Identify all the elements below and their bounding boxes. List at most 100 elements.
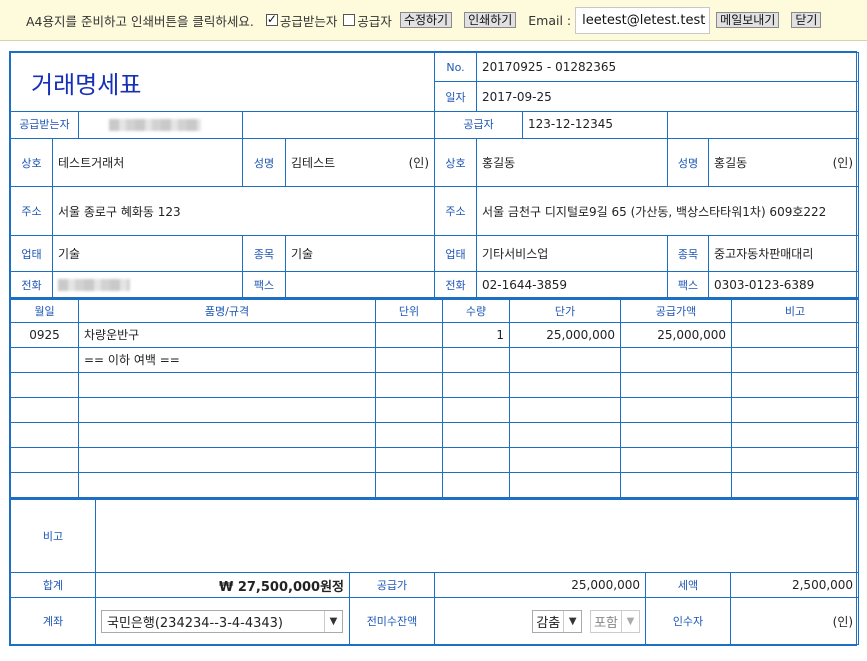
supplier-fax-label: 팩스 — [667, 271, 710, 298]
print-instruction: A4용지를 준비하고 인쇄버튼을 클릭하세요. — [26, 13, 254, 29]
item-unit — [375, 446, 443, 473]
table-row: == 이하 여백 == — [10, 346, 859, 373]
column-header: 월일 — [10, 298, 79, 323]
receiver-ceo-label: 성명 — [242, 138, 286, 187]
receiver-ceo: 김테스트 — [291, 156, 336, 170]
send-mail-button[interactable]: 메일보내기 — [716, 12, 780, 28]
table-row — [10, 421, 859, 448]
account-select[interactable]: 국민은행(234234--3-4-4343) ▼ — [101, 609, 343, 633]
item-note — [731, 346, 859, 373]
item-qty — [442, 346, 510, 373]
items-header-row: 월일 품명/규격 단위 수량 단가 공급가액 비고 — [10, 298, 859, 323]
item-note — [731, 396, 859, 423]
unpaid-display-select[interactable]: 감춤 ▼ — [532, 609, 583, 633]
supplier-business-item: 중고자동차판매대리 — [708, 235, 860, 272]
receiver-phone-redacted — [58, 279, 130, 291]
recipient-seal: (인) — [729, 597, 860, 645]
transaction-statement-form: 거래명세표 No. 20170925 - 01282365 일자 2017-09… — [9, 51, 860, 646]
email-label: Email : — [528, 12, 572, 28]
item-amount — [620, 446, 732, 473]
date-value: 2017-09-25 — [476, 81, 860, 112]
unpaid-include-select: 포함 ▼ — [590, 609, 640, 633]
supplier-ceo-cell: 홍길동 (인) — [708, 138, 860, 187]
item-date — [10, 446, 79, 473]
receiver-copy-checkbox[interactable]: 공급받는자 — [265, 11, 338, 30]
unpaid-balance-cell: 감춤 ▼ 포함 ▼ — [434, 597, 646, 645]
item-date: 0925 — [10, 321, 79, 348]
no-value: 20170925 - 01282365 — [476, 52, 860, 82]
item-amount: 25,000,000 — [620, 321, 732, 348]
tax-value: 2,500,000 — [729, 572, 860, 598]
item-date — [10, 371, 79, 398]
supplier-heading-label: 공급자 — [436, 112, 524, 138]
remarks-label: 비고 — [10, 498, 96, 573]
print-button[interactable]: 인쇄하기 — [464, 12, 517, 28]
item-name — [78, 421, 376, 448]
toolbar: A4용지를 준비하고 인쇄버튼을 클릭하세요. 공급받는자 공급자 수정하기 인… — [0, 0, 867, 41]
receiver-business-item-label: 종목 — [242, 235, 286, 272]
receiver-copy-label: 공급받는자 — [279, 13, 338, 29]
item-name — [78, 371, 376, 398]
edit-button[interactable]: 수정하기 — [399, 12, 453, 28]
unpaid-balance-label: 전미수잔액 — [349, 597, 435, 645]
receiver-address: 서울 종로구 혜화동 123 — [51, 186, 436, 236]
item-qty — [442, 421, 510, 448]
supplier-phone-label: 전화 — [434, 271, 478, 298]
item-unit — [375, 371, 443, 398]
supply-amount-value: 25,000,000 — [434, 572, 646, 598]
item-note — [731, 446, 859, 473]
supplier-heading-cell: 공급자 123-12-12345 — [434, 111, 669, 139]
chevron-down-icon[interactable]: ▼ — [324, 610, 342, 632]
item-amount — [620, 371, 732, 398]
item-qty: 1 — [442, 321, 510, 348]
item-note — [731, 321, 859, 348]
supplier-copy-checkbox[interactable]: 공급자 — [343, 11, 392, 30]
chevron-down-icon[interactable]: ▼ — [563, 610, 581, 632]
column-header: 단가 — [509, 298, 621, 323]
item-name — [78, 471, 376, 498]
document-title: 거래명세표 — [9, 52, 436, 112]
checkbox-checked-icon[interactable] — [265, 12, 278, 26]
remarks-value — [94, 498, 860, 573]
no-label: No. — [434, 52, 478, 82]
item-note — [731, 421, 859, 448]
item-unit — [375, 471, 443, 498]
supplier-address-label: 주소 — [434, 186, 478, 236]
supply-amount-label: 공급가 — [349, 572, 435, 598]
item-date — [10, 421, 79, 448]
column-header: 공급가액 — [620, 298, 732, 323]
receiver-heading-cell: 공급받는자 — [10, 111, 243, 139]
supplier-seal: (인) — [832, 156, 854, 170]
column-header: 단위 — [375, 298, 443, 323]
item-amount — [620, 396, 732, 423]
column-header: 품명/규격 — [78, 298, 376, 323]
item-price — [509, 471, 621, 498]
item-note — [731, 471, 859, 498]
supplier-business-type: 기타서비스업 — [476, 235, 669, 272]
item-qty — [442, 446, 510, 473]
receiver-company-label: 상호 — [10, 138, 53, 187]
receiver-ceo-cell: 김테스트 (인) — [284, 138, 436, 187]
receiver-business-type-label: 업태 — [10, 235, 53, 272]
unpaid-display-value: 감춤 — [536, 615, 561, 631]
account-label: 계좌 — [10, 597, 96, 645]
receiver-business-type: 기술 — [52, 235, 243, 272]
email-input[interactable]: leetest@letest.test — [575, 6, 711, 34]
close-button[interactable]: 닫기 — [791, 12, 822, 28]
date-label: 일자 — [434, 81, 478, 112]
table-row — [10, 471, 859, 498]
item-amount — [620, 471, 732, 498]
receiver-reg-no-redacted — [109, 118, 201, 131]
column-header: 수량 — [442, 298, 510, 323]
item-price — [509, 346, 621, 373]
column-header: 비고 — [731, 298, 859, 323]
supplier-business-type-label: 업태 — [434, 235, 478, 272]
supplier-fax: 0303-0123-6389 — [708, 271, 860, 298]
supplier-ceo-label: 성명 — [667, 138, 710, 187]
receiver-phone-label: 전화 — [10, 271, 53, 298]
checkbox-unchecked-icon[interactable] — [343, 14, 356, 26]
item-date — [10, 396, 79, 423]
account-select-value: 국민은행(234234--3-4-4343) — [107, 615, 283, 631]
item-amount — [620, 421, 732, 448]
receiver-fax-label: 팩스 — [242, 271, 286, 298]
